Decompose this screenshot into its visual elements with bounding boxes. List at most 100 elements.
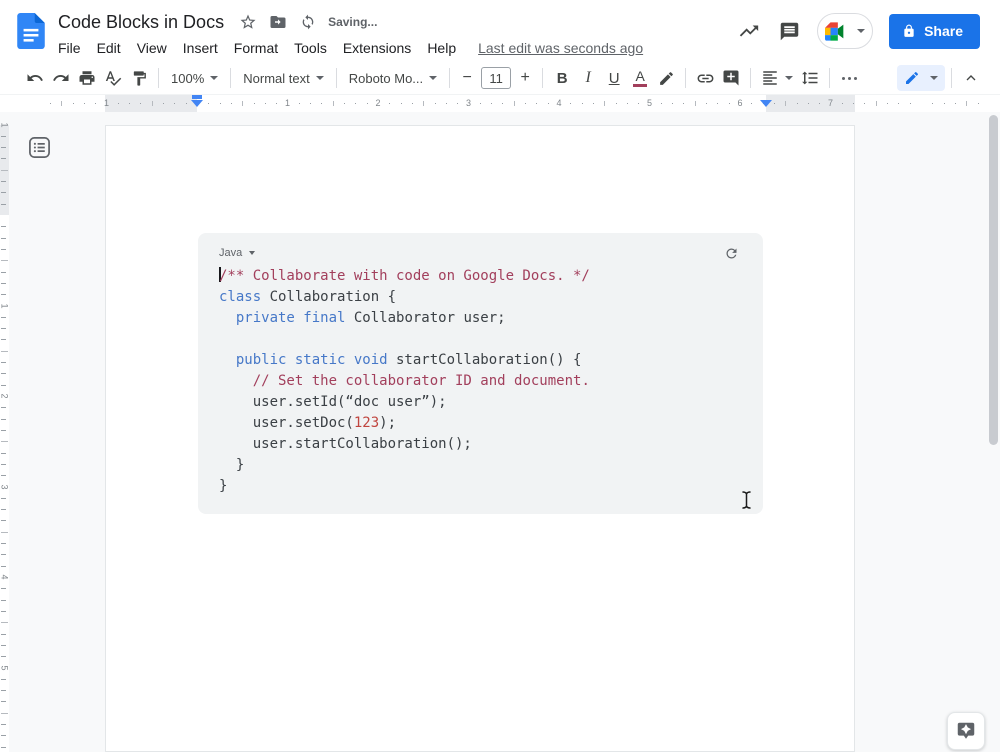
- code-block[interactable]: Java /** Collaborate with code on Google…: [198, 233, 763, 514]
- chevron-down-icon: [857, 29, 866, 33]
- document-title[interactable]: Code Blocks in Docs: [58, 12, 224, 33]
- font-size-input[interactable]: 11: [481, 67, 512, 89]
- text-cursor-pointer: [740, 490, 753, 510]
- code-editor[interactable]: /** Collaborate with code on Google Docs…: [219, 266, 741, 497]
- menu-bar: File Edit View Insert Format Tools Extensions H…: [50, 35, 643, 61]
- more-options-button[interactable]: [836, 65, 862, 91]
- code-language-select[interactable]: Java: [219, 247, 256, 259]
- line-spacing-button[interactable]: [797, 65, 823, 91]
- hide-menus-button[interactable]: [958, 65, 984, 91]
- first-line-indent-marker[interactable]: [192, 95, 202, 99]
- menu-format[interactable]: Format: [226, 37, 286, 59]
- chevron-down-icon: [249, 251, 256, 255]
- decrease-font-size-button[interactable]: −: [456, 65, 478, 91]
- code-line[interactable]: }: [219, 455, 741, 476]
- chevron-down-icon: [930, 76, 938, 80]
- ruler-number: 7: [828, 98, 834, 108]
- refresh-code-icon[interactable]: [724, 246, 739, 261]
- code-line[interactable]: }: [219, 476, 741, 497]
- menu-file[interactable]: File: [50, 37, 89, 59]
- ruler-number: 5: [647, 98, 653, 108]
- undo-button[interactable]: [22, 65, 48, 91]
- chevron-down-icon: [315, 76, 324, 80]
- toolbar-separator: [951, 68, 952, 88]
- menu-insert[interactable]: Insert: [175, 37, 226, 59]
- code-line[interactable]: class Collaboration {: [219, 287, 741, 308]
- right-indent-marker[interactable]: [760, 100, 772, 107]
- chevron-down-icon: [429, 76, 438, 80]
- toolbar-separator: [335, 68, 337, 88]
- editing-mode-button[interactable]: [897, 65, 945, 91]
- insert-link-button[interactable]: [692, 65, 718, 91]
- star-icon[interactable]: [238, 12, 258, 32]
- ruler-number: 1: [0, 121, 10, 127]
- toolbar-separator: [230, 68, 232, 88]
- code-line[interactable]: [219, 329, 741, 350]
- ruler-number: 4: [556, 98, 562, 108]
- code-line[interactable]: private final Collaborator user;: [219, 308, 741, 329]
- ruler-number: 6: [737, 98, 743, 108]
- redo-button[interactable]: [48, 65, 74, 91]
- code-line[interactable]: /** Collaborate with code on Google Docs…: [219, 266, 741, 287]
- header-actions: Share: [737, 0, 1000, 49]
- activity-dashboard-icon[interactable]: [737, 19, 761, 43]
- left-indent-marker[interactable]: [191, 100, 203, 107]
- code-line[interactable]: user.setDoc(123);: [219, 413, 741, 434]
- style-value: Normal text: [243, 70, 310, 86]
- zoom-select[interactable]: 100%: [165, 65, 224, 91]
- font-value: Roboto Mo...: [348, 70, 424, 86]
- toolbar-separator: [542, 68, 544, 88]
- add-comment-button[interactable]: [718, 65, 744, 91]
- ruler-number: 5: [0, 664, 10, 670]
- menu-edit[interactable]: Edit: [89, 37, 129, 59]
- code-block-header: Java: [219, 245, 741, 261]
- code-line[interactable]: // Set the collaborator ID and document.: [219, 371, 741, 392]
- document-page[interactable]: Java /** Collaborate with code on Google…: [105, 125, 855, 752]
- code-line[interactable]: public static void startCollaboration() …: [219, 350, 741, 371]
- zoom-value: 100%: [171, 70, 205, 86]
- document-outline-button[interactable]: [26, 134, 52, 160]
- horizontal-ruler[interactable]: 1 1 2 3 4 5 6 7: [0, 95, 1000, 112]
- text-color-button[interactable]: A: [627, 65, 653, 91]
- vertical-ruler: 1 1 2 3 4 5: [0, 122, 10, 752]
- code-line[interactable]: user.startCollaboration();: [219, 434, 741, 455]
- share-label: Share: [924, 23, 963, 39]
- menu-view[interactable]: View: [129, 37, 175, 59]
- underline-button[interactable]: U: [601, 65, 627, 91]
- increase-font-size-button[interactable]: +: [514, 65, 536, 91]
- bold-button[interactable]: B: [549, 65, 575, 91]
- docs-logo-icon[interactable]: [17, 13, 45, 49]
- chevron-down-icon: [785, 76, 794, 80]
- spell-check-button[interactable]: [100, 65, 126, 91]
- meet-icon: [825, 21, 844, 41]
- menu-extensions[interactable]: Extensions: [335, 37, 419, 59]
- share-button[interactable]: Share: [889, 13, 980, 49]
- ruler-number: 2: [0, 393, 10, 399]
- code-line[interactable]: user.setId(“doc user”);: [219, 392, 741, 413]
- font-family-select[interactable]: Roboto Mo...: [343, 65, 443, 91]
- more-dots-icon: [841, 76, 857, 80]
- highlight-color-button[interactable]: [653, 65, 679, 91]
- paint-format-button[interactable]: [126, 65, 152, 91]
- move-folder-icon[interactable]: [268, 12, 288, 32]
- print-button[interactable]: [74, 65, 100, 91]
- explore-button[interactable]: [947, 712, 985, 750]
- pencil-icon: [906, 71, 919, 84]
- toolbar: 100% Normal text Roboto Mo... − 11 + B I…: [0, 62, 1000, 95]
- ruler-number: 1: [285, 98, 291, 108]
- text-color-swatch: [633, 84, 648, 87]
- vertical-scrollbar[interactable]: [989, 115, 998, 445]
- meet-button[interactable]: [817, 13, 874, 49]
- lock-icon: [902, 24, 916, 38]
- last-edit-link[interactable]: Last edit was seconds ago: [478, 40, 643, 56]
- menu-tools[interactable]: Tools: [286, 37, 335, 59]
- sync-saving-icon: [298, 12, 318, 32]
- toolbar-separator: [449, 68, 451, 88]
- ruler-number: 3: [0, 483, 10, 489]
- comments-icon[interactable]: [777, 19, 801, 43]
- paragraph-style-select[interactable]: Normal text: [237, 65, 329, 91]
- italic-button[interactable]: I: [575, 65, 601, 91]
- align-button[interactable]: [757, 65, 797, 91]
- title-area: Code Blocks in Docs Saving... File Edit Vi…: [58, 0, 643, 61]
- menu-help[interactable]: Help: [419, 37, 464, 59]
